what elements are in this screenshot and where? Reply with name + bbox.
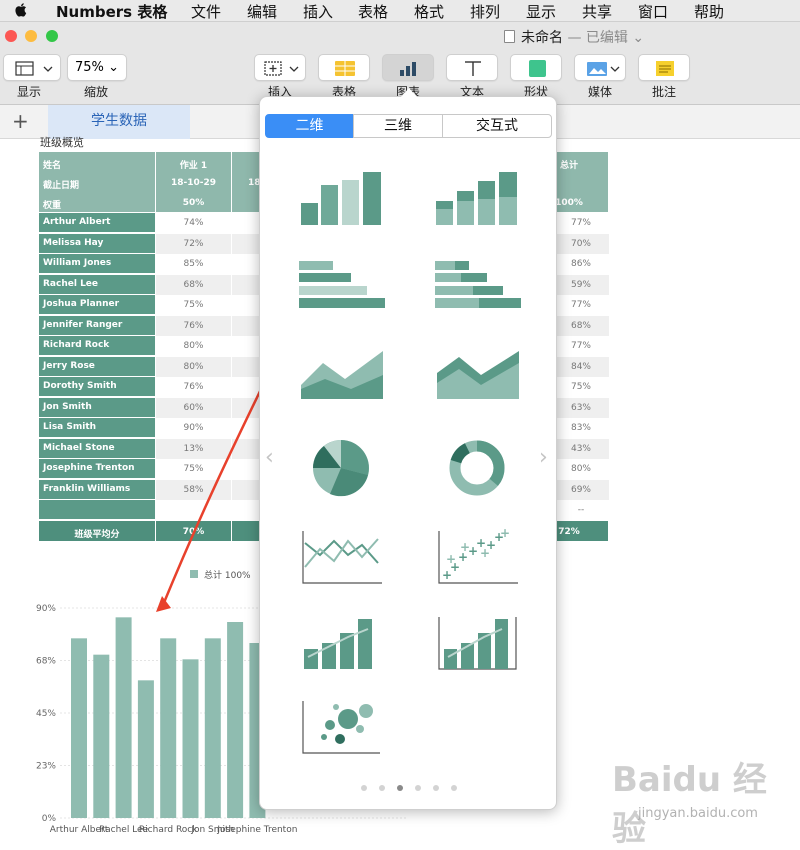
page-dot[interactable] — [361, 785, 367, 791]
page-dot[interactable] — [397, 785, 403, 791]
svg-text:+: + — [480, 546, 490, 560]
donut-chart-option[interactable] — [446, 437, 508, 499]
stacked-bar-chart-option[interactable] — [433, 257, 523, 315]
mixed-chart-option[interactable] — [300, 613, 384, 673]
segment-2d[interactable]: 二维 — [265, 114, 354, 138]
watermark-brand: Baidu 经验 — [612, 760, 767, 849]
column-chart-option[interactable] — [297, 169, 387, 227]
line-chart-option[interactable] — [300, 527, 384, 587]
svg-text:+: + — [460, 540, 470, 554]
scatter-chart-option[interactable]: +++ ++ ++ ++ ++ — [436, 527, 520, 587]
segment-3d[interactable]: 三维 — [353, 114, 443, 138]
pie-chart-option[interactable] — [310, 437, 372, 499]
two-axis-chart-option[interactable] — [436, 613, 520, 673]
bar-chart-option[interactable] — [297, 257, 387, 315]
bubble-chart-option[interactable] — [300, 697, 384, 757]
popover-pointer — [400, 88, 418, 98]
stacked-area-chart-option[interactable] — [433, 345, 523, 403]
next-page-icon[interactable]: › — [539, 445, 548, 470]
svg-text:+: + — [500, 527, 510, 540]
page-dot[interactable] — [451, 785, 457, 791]
chart-type-popover: 二维 三维 交互式 + + + + + + + + + + + ‹ › — [259, 88, 557, 810]
watermark-url: jingyan.baidu.com — [638, 806, 758, 821]
stacked-column-chart-option[interactable] — [433, 169, 523, 227]
segment-interactive[interactable]: 交互式 — [442, 114, 552, 138]
previous-page-icon[interactable]: ‹ — [265, 445, 274, 470]
page-dot[interactable] — [379, 785, 385, 791]
area-chart-option[interactable] — [297, 345, 387, 403]
svg-text:+: + — [446, 552, 456, 566]
page-dot[interactable] — [433, 785, 439, 791]
page-dot[interactable] — [415, 785, 421, 791]
